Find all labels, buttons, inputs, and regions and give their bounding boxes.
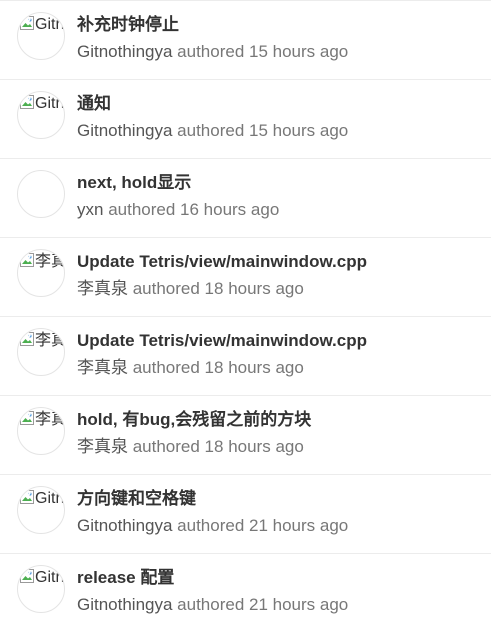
avatar-alt-text: Gitnothingya [35,569,65,586]
commit-author[interactable]: 李真泉 [77,279,128,298]
commit-title[interactable]: hold, 有bug,会残留之前的方块 [77,409,311,431]
broken-image-icon [20,253,34,267]
commit-time: authored 21 hours ago [172,516,349,535]
avatar[interactable]: Gitnothingya [17,12,65,60]
commit-author[interactable]: 李真泉 [77,437,128,456]
commit-meta: 李真泉 authored 18 hours ago [77,278,304,300]
commit-row[interactable]: Gitnothingya 通知 Gitnothingya authored 15… [0,79,491,158]
broken-image-icon [20,490,34,504]
commit-title[interactable]: release 配置 [77,567,174,589]
avatar-alt-text: Gitnothingya [35,490,65,507]
commit-meta: yxn authored 16 hours ago [77,199,279,221]
commit-time: authored 15 hours ago [172,42,349,61]
commit-meta: Gitnothingya authored 21 hours ago [77,515,348,537]
commit-row[interactable]: next, hold显示 yxn authored 16 hours ago [0,158,491,237]
commit-row[interactable]: Gitnothingya 补充时钟停止 Gitnothingya authore… [0,0,491,79]
avatar[interactable] [17,170,65,218]
commit-time: authored 16 hours ago [103,200,280,219]
commit-title[interactable]: 方向键和空格键 [77,488,196,510]
avatar-alt-text: Gitnothingya [35,16,65,33]
broken-image-icon [20,569,34,583]
avatar[interactable]: 李真泉 [17,328,65,376]
commit-row[interactable]: Gitnothingya 方向键和空格键 Gitnothingya author… [0,474,491,553]
broken-image-icon [20,332,34,346]
broken-image-icon [20,16,34,30]
avatar-alt-text: Gitnothingya [35,95,65,112]
commit-row[interactable]: Gitnothingya release 配置 Gitnothingya aut… [0,553,491,627]
avatar-alt-text: 李真泉 [35,253,64,270]
commit-title[interactable]: Update Tetris/view/mainwindow.cpp [77,330,367,352]
avatar[interactable]: Gitnothingya [17,486,65,534]
commit-row[interactable]: 李真泉 Update Tetris/view/mainwindow.cpp 李真… [0,237,491,316]
commit-time: authored 15 hours ago [172,121,349,140]
avatar[interactable]: Gitnothingya [17,565,65,613]
commit-author[interactable]: Gitnothingya [77,121,172,140]
commit-author[interactable]: Gitnothingya [77,595,172,614]
commit-meta: 李真泉 authored 18 hours ago [77,436,304,458]
commit-row[interactable]: 李真泉 Update Tetris/view/mainwindow.cpp 李真… [0,316,491,395]
commit-title[interactable]: next, hold显示 [77,172,191,194]
commit-time: authored 18 hours ago [128,358,304,377]
avatar-alt-text: 李真泉 [35,332,64,349]
broken-image-icon [20,411,34,425]
commit-time: authored 21 hours ago [172,595,349,614]
commit-meta: Gitnothingya authored 21 hours ago [77,594,348,616]
commit-row[interactable]: 李真泉 hold, 有bug,会残留之前的方块 李真泉 authored 18 … [0,395,491,474]
avatar[interactable]: 李真泉 [17,249,65,297]
commit-author[interactable]: 李真泉 [77,358,128,377]
avatar[interactable]: 李真泉 [17,407,65,455]
avatar-alt-text: 李真泉 [35,411,64,428]
commit-title[interactable]: Update Tetris/view/mainwindow.cpp [77,251,367,273]
commit-author[interactable]: Gitnothingya [77,42,172,61]
broken-image-icon [20,95,34,109]
commit-time: authored 18 hours ago [128,437,304,456]
commit-meta: Gitnothingya authored 15 hours ago [77,120,348,142]
commit-list: Gitnothingya 补充时钟停止 Gitnothingya authore… [0,0,491,627]
commit-time: authored 18 hours ago [128,279,304,298]
commit-title[interactable]: 通知 [77,93,111,115]
commit-meta: Gitnothingya authored 15 hours ago [77,41,348,63]
commit-title[interactable]: 补充时钟停止 [77,14,179,36]
commit-author[interactable]: yxn [77,200,103,219]
avatar[interactable]: Gitnothingya [17,91,65,139]
commit-author[interactable]: Gitnothingya [77,516,172,535]
commit-meta: 李真泉 authored 18 hours ago [77,357,304,379]
